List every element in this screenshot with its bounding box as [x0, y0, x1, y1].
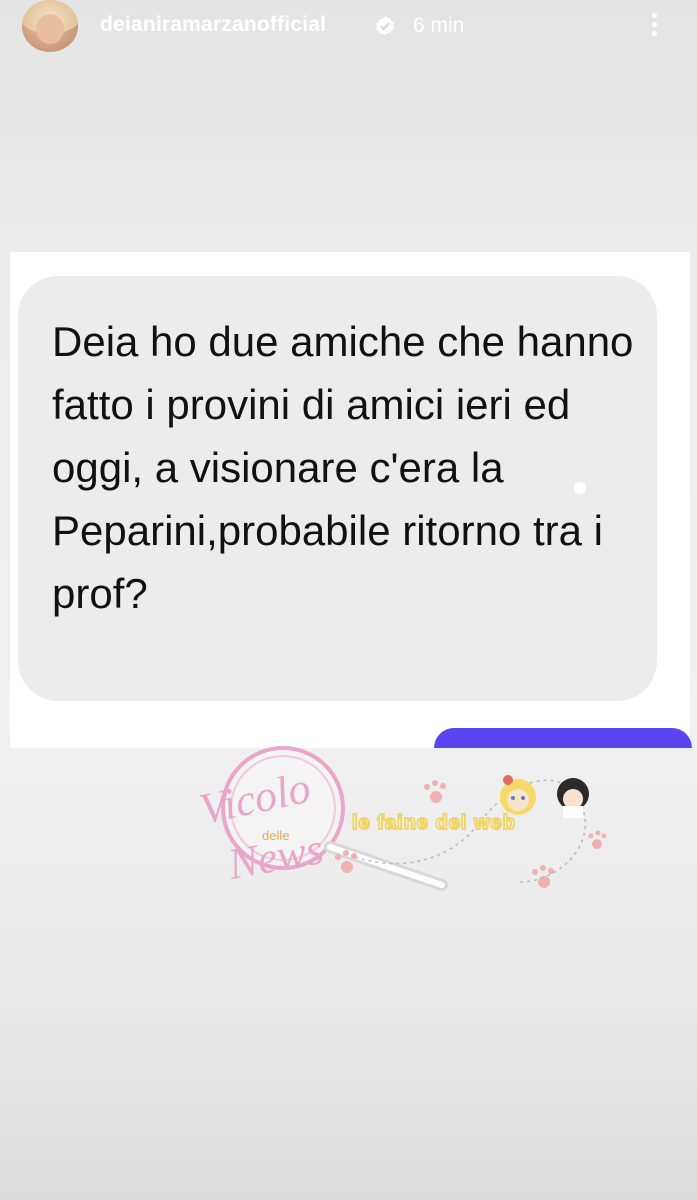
watermark-partner-text: le faine del web [352, 812, 516, 834]
avatar[interactable] [22, 0, 78, 52]
more-vertical-icon[interactable] [646, 10, 662, 42]
story-header: deianiramarzanofficial 6 min [0, 0, 697, 56]
watermark-logo: Vicolo delle News le faine del web [195, 746, 607, 891]
verified-badge-icon [376, 16, 394, 36]
message-text: Deia ho due amiche che hanno fatto i pro… [52, 318, 634, 617]
received-message-bubble: Deia ho due amiche che hanno fatto i pro… [18, 276, 657, 701]
username[interactable]: deianiramarzanofficial [100, 13, 326, 37]
story-time: 6 min [413, 14, 465, 37]
message-screenshot: Deia ho due amiche che hanno fatto i pro… [10, 252, 692, 748]
decorative-dot [574, 482, 586, 494]
